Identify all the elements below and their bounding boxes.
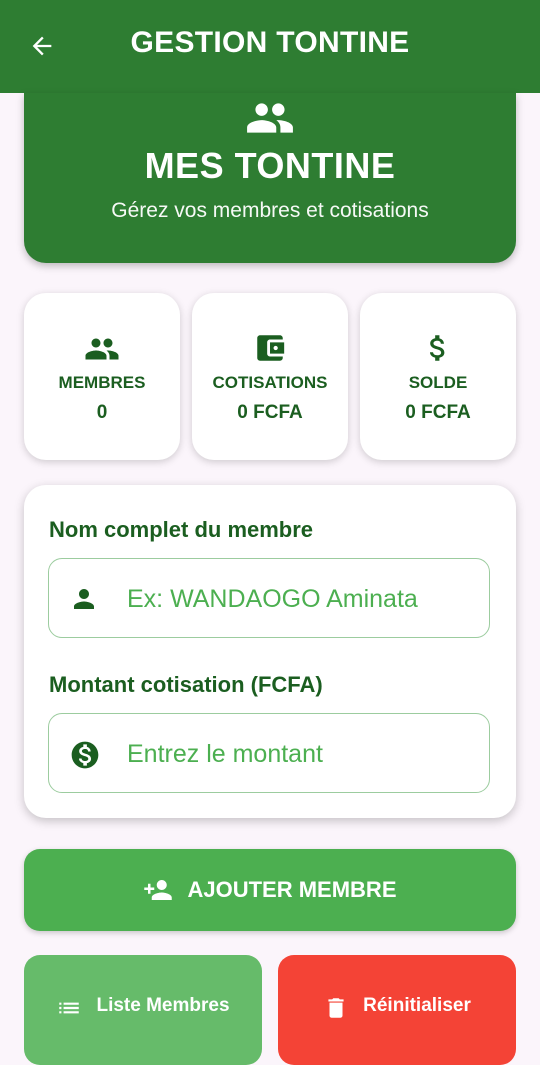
money-circle-icon — [69, 739, 101, 776]
name-field-label: Nom complet du membre — [49, 517, 314, 542]
member-form-card: Nom complet du membre Montant cotisation… — [24, 485, 516, 818]
stat-label: COTISATIONS — [212, 373, 328, 392]
list-icon — [56, 995, 82, 1021]
hero-title: MES TONTINE — [144, 145, 396, 186]
app-bar: GESTION TONTINE — [0, 0, 540, 93]
stat-label: SOLDE — [408, 373, 468, 392]
stat-card-solde: SOLDE 0 FCFA — [360, 293, 516, 460]
member-list-button[interactable]: Liste Membres — [24, 955, 262, 1065]
name-field[interactable] — [48, 558, 490, 638]
stat-card-membres: MEMBRES 0 — [24, 293, 180, 460]
add-member-button[interactable]: AJOUTER MEMBRE — [24, 849, 516, 931]
hero-card: MES TONTINE Gérez vos membres et cotisat… — [24, 93, 516, 263]
name-input[interactable] — [125, 577, 479, 621]
group-icon — [24, 331, 180, 367]
trash-icon — [323, 995, 349, 1021]
stat-value: 0 — [96, 402, 108, 423]
person-icon — [69, 584, 99, 619]
reset-label: Réinitialiser — [363, 995, 471, 1016]
member-list-label: Liste Membres — [96, 995, 230, 1016]
wallet-icon — [192, 331, 348, 365]
app-title: GESTION TONTINE — [130, 26, 410, 59]
hero-subtitle: Gérez vos membres et cotisations — [111, 199, 429, 222]
stat-value: 0 FCFA — [237, 402, 303, 423]
amount-field-label: Montant cotisation (FCFA) — [49, 672, 323, 697]
stat-card-cotisations: COTISATIONS 0 FCFA — [192, 293, 348, 460]
group-icon — [245, 93, 295, 148]
add-member-label: AJOUTER MEMBRE — [187, 877, 397, 902]
stat-value: 0 FCFA — [405, 402, 471, 423]
amount-field[interactable] — [48, 713, 490, 793]
amount-input[interactable] — [125, 732, 479, 776]
stat-label: MEMBRES — [58, 373, 146, 392]
dollar-icon — [360, 331, 516, 365]
person-add-icon — [143, 875, 173, 905]
reset-button[interactable]: Réinitialiser — [278, 955, 516, 1065]
